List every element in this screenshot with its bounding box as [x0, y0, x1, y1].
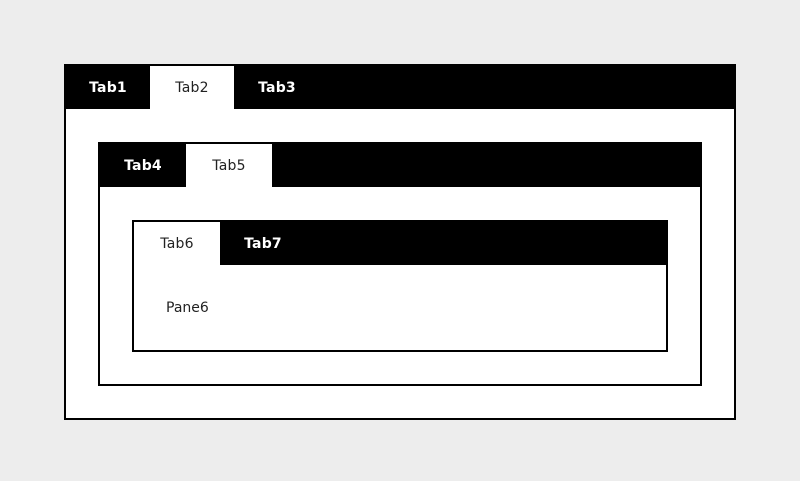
outer-tabset: Tab1 Tab2 Tab3 Tab4 Tab5 Tab6 Tab7 Pane6 — [64, 64, 736, 420]
inner-tab-bar: Tab6 Tab7 — [134, 222, 666, 265]
middle-tab-bar: Tab4 Tab5 — [100, 144, 700, 187]
tab-4[interactable]: Tab4 — [100, 144, 186, 187]
middle-tabset: Tab4 Tab5 Tab6 Tab7 Pane6 — [98, 142, 702, 386]
tab-7[interactable]: Tab7 — [220, 222, 306, 265]
tab-5[interactable]: Tab5 — [186, 144, 272, 187]
pane-6-content: Pane6 — [166, 300, 209, 316]
outer-tab-bar: Tab1 Tab2 Tab3 — [66, 66, 734, 109]
tab-2[interactable]: Tab2 — [150, 66, 234, 109]
inner-tabset: Tab6 Tab7 Pane6 — [132, 220, 668, 352]
tab-3[interactable]: Tab3 — [234, 66, 320, 109]
tab-1[interactable]: Tab1 — [66, 66, 150, 109]
tab-6[interactable]: Tab6 — [134, 222, 220, 265]
